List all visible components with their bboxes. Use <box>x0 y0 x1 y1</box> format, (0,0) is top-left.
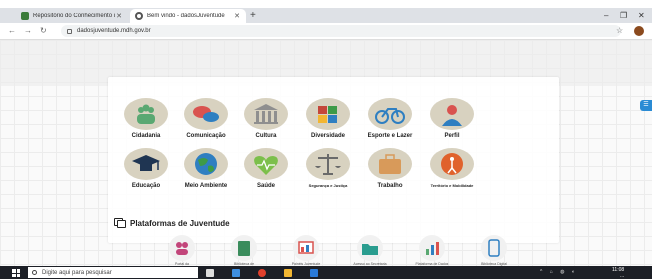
close-icon[interactable]: ✕ <box>233 12 241 20</box>
profile-avatar[interactable] <box>634 26 644 36</box>
search-icon <box>32 270 37 275</box>
taskbar-search-input[interactable]: Digite aqui para pesquisar <box>28 267 198 278</box>
minimize-button[interactable]: – <box>604 10 608 21</box>
system-tray[interactable]: ^ ⌂ ◍ ◐ <box>540 269 578 275</box>
back-button[interactable]: ← <box>8 26 16 36</box>
scales-of-justice-icon <box>306 148 350 180</box>
category-label: Esporte e Lazer <box>367 133 413 139</box>
site-favicon-icon <box>21 12 29 20</box>
system-clock[interactable]: 11:08 ... <box>612 267 624 279</box>
category-4[interactable]: Diversidade <box>293 98 363 139</box>
edge-browser-icon[interactable] <box>232 269 240 277</box>
tab-title: Repositório do Conhecimento d... <box>33 13 115 19</box>
address-bar[interactable]: dadosjuventude.mdh.gov.br <box>61 25 621 37</box>
close-icon[interactable]: ✕ <box>115 12 123 20</box>
loading-favicon-icon <box>135 12 143 20</box>
category-label: Perfil <box>444 133 460 139</box>
folder-icon <box>357 235 383 261</box>
platform-5[interactable]: Plataforma de Dados <box>406 235 458 266</box>
speech-bubbles-icon <box>184 98 228 130</box>
clock-date: ... <box>619 273 625 279</box>
lock-icon <box>67 28 72 34</box>
url-text: dadosjuventude.mdh.gov.br <box>77 28 151 34</box>
task-view-icon[interactable] <box>206 269 214 277</box>
bookmark-star-icon[interactable]: ☆ <box>616 26 623 35</box>
category-3[interactable]: Cultura <box>231 98 301 139</box>
category-label: Cultura <box>255 133 277 139</box>
browser-tab-bar: Repositório do Conhecimento d... ✕ Bem v… <box>0 8 652 23</box>
browser-toolbar: ← → ↻ dadosjuventude.mdh.gov.br ☆ <box>0 23 652 40</box>
category-10[interactable]: Segurança e Justiça <box>293 148 363 188</box>
search-placeholder: Digite aqui para pesquisar <box>42 269 112 276</box>
store-icon[interactable] <box>310 269 318 277</box>
accessibility-side-tab[interactable]: ☰ <box>640 100 652 111</box>
graduation-cap-icon <box>124 148 168 180</box>
heart-health-icon <box>244 148 288 180</box>
category-label: Saúde <box>256 183 275 189</box>
windows-taskbar: Digite aqui para pesquisar ^ ⌂ ◍ ◐ 11:08… <box>0 266 652 279</box>
new-tab-button[interactable]: + <box>250 10 256 22</box>
tablet-icon <box>481 235 507 261</box>
mobility-sign-icon <box>430 148 474 180</box>
platform-4[interactable]: Acesso ao Secretaria <box>344 235 396 266</box>
platforms-heading: Plataformas de Juventude <box>114 218 230 228</box>
people-group-icon <box>124 98 168 130</box>
category-11[interactable]: Trabalho <box>355 148 425 189</box>
platform-2[interactable]: Biblioteca de <box>218 235 270 266</box>
windows-start-icon[interactable] <box>12 269 20 277</box>
book-icon <box>231 235 257 261</box>
chrome-browser-icon[interactable] <box>258 269 266 277</box>
category-5[interactable]: Esporte e Lazer <box>355 98 425 139</box>
category-label: Trabalho <box>377 183 403 189</box>
tab-repositorio[interactable]: Repositório do Conhecimento d... ✕ <box>16 9 128 23</box>
platforms-title: Plataformas de Juventude <box>130 218 230 228</box>
category-label: Diversidade <box>310 133 346 139</box>
briefcase-icon <box>368 148 412 180</box>
platform-6[interactable]: Biblioteca Digital <box>468 235 520 266</box>
earth-globe-icon <box>184 148 228 180</box>
diversity-puzzle-icon <box>306 98 350 130</box>
restore-button[interactable]: ❐ <box>620 10 627 21</box>
museum-icon <box>244 98 288 130</box>
bar-chart-icon <box>419 235 445 261</box>
category-12[interactable]: Território e Mobilidade <box>417 148 487 188</box>
tab-dadosjuventude[interactable]: Bem vindo - dadosJuventude ✕ <box>130 9 246 23</box>
people-icon <box>169 235 195 261</box>
platform-3[interactable]: Painéis Juventude <box>280 235 332 266</box>
category-6[interactable]: Perfil <box>417 98 487 139</box>
profile-silhouette-icon <box>430 98 474 130</box>
category-label: Segurança e Justiça <box>308 183 348 188</box>
category-9[interactable]: Saúde <box>231 148 301 189</box>
tab-title: Bem vindo - dadosJuventude <box>147 13 225 19</box>
photo-top-margin <box>0 0 652 8</box>
file-explorer-icon[interactable] <box>284 269 292 277</box>
window-close-button[interactable]: ✕ <box>638 10 645 21</box>
bicycle-icon <box>368 98 412 130</box>
platform-1[interactable]: Portal da <box>156 235 208 266</box>
reload-button[interactable]: ↻ <box>40 26 47 36</box>
category-label: Território e Mobilidade <box>430 183 474 188</box>
dashboard-icon <box>293 235 319 261</box>
forward-button[interactable]: → <box>24 26 32 36</box>
platforms-icon <box>114 218 126 228</box>
